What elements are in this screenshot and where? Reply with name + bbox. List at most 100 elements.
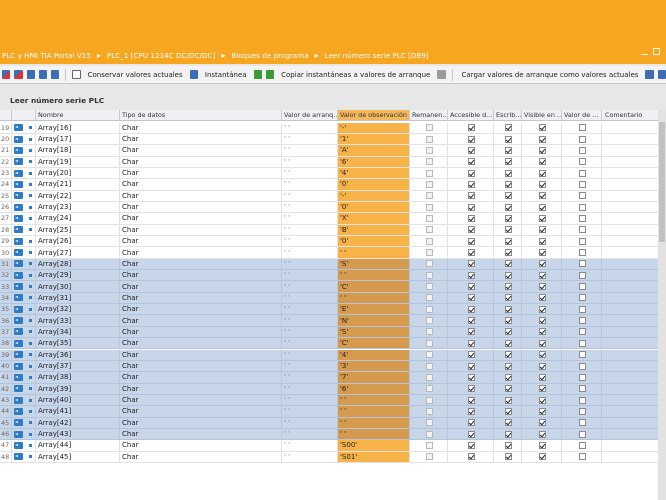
accessible-checkbox[interactable] — [468, 271, 475, 279]
element-comment[interactable] — [602, 179, 658, 189]
snapshot-button[interactable]: Instantánea — [205, 71, 247, 79]
element-start-value[interactable]: ' ' — [282, 270, 338, 281]
visible-checkbox[interactable] — [539, 169, 546, 177]
element-comment[interactable] — [602, 350, 658, 360]
element-name[interactable]: Array[44] — [36, 440, 120, 451]
setpoint-checkbox[interactable] — [579, 385, 586, 393]
writable-checkbox[interactable] — [505, 362, 512, 370]
element-name[interactable]: Array[41] — [36, 406, 120, 417]
writable-checkbox[interactable] — [505, 328, 512, 336]
element-data-type[interactable]: Char — [120, 201, 282, 213]
minimize-icon[interactable] — [641, 48, 648, 55]
retain-checkbox[interactable] — [426, 419, 433, 427]
element-start-value[interactable]: ' ' — [282, 145, 338, 156]
retain-checkbox[interactable] — [426, 362, 433, 370]
retain-checkbox[interactable] — [426, 135, 433, 143]
element-data-type[interactable]: Char — [120, 133, 282, 145]
element-data-type[interactable]: Char — [120, 394, 282, 406]
element-data-type[interactable]: Char — [120, 360, 282, 372]
accessible-checkbox[interactable] — [468, 407, 475, 415]
element-name[interactable]: Array[37] — [36, 360, 120, 372]
snapshot-icon[interactable] — [189, 70, 198, 79]
accessible-checkbox[interactable] — [468, 260, 475, 268]
breadcrumb-program-blocks[interactable]: Bloques de programa — [231, 51, 308, 60]
element-observation-value[interactable]: ' ' — [338, 428, 410, 440]
table-row[interactable]: 40 Array[37] Char ' ' '3' — [0, 360, 658, 373]
element-comment[interactable] — [602, 338, 658, 348]
table-row[interactable]: 28 Array[25] Char ' ' 'B' — [0, 224, 658, 236]
accessible-checkbox[interactable] — [468, 328, 475, 336]
accessible-checkbox[interactable] — [468, 385, 475, 393]
table-row[interactable]: 39 Array[36] Char ' ' '4' — [0, 349, 658, 361]
element-start-value[interactable]: ' ' — [282, 349, 338, 360]
element-start-value[interactable]: ' ' — [282, 428, 338, 440]
visible-checkbox[interactable] — [539, 294, 546, 302]
setpoint-checkbox[interactable] — [579, 407, 586, 415]
element-observation-value[interactable]: 'N' — [338, 315, 410, 326]
header-visible[interactable]: Visible en ... — [522, 110, 562, 121]
table-row[interactable]: 48 Array[45] Char ' ' 'S01' — [0, 451, 658, 463]
scrollbar-thumb[interactable] — [659, 122, 665, 242]
element-data-type[interactable]: Char — [120, 406, 282, 417]
accessible-checkbox[interactable] — [468, 203, 475, 211]
element-name[interactable]: Array[19] — [36, 156, 120, 167]
retain-checkbox[interactable] — [426, 203, 433, 211]
writable-checkbox[interactable] — [505, 180, 512, 188]
writable-checkbox[interactable] — [505, 124, 512, 132]
visible-checkbox[interactable] — [539, 192, 546, 200]
element-comment[interactable] — [602, 157, 658, 167]
element-data-type[interactable]: Char — [120, 383, 282, 394]
visible-checkbox[interactable] — [539, 441, 546, 449]
element-start-value[interactable]: ' ' — [282, 326, 338, 338]
table-row[interactable]: 24 Array[21] Char ' ' '0' — [0, 179, 658, 191]
element-observation-value[interactable]: '-' — [338, 122, 410, 133]
accessible-checkbox[interactable] — [468, 351, 475, 359]
retain-checkbox[interactable] — [426, 339, 433, 347]
element-name[interactable]: Array[25] — [36, 224, 120, 235]
insert-row-icon[interactable] — [2, 70, 11, 79]
element-data-type[interactable]: Char — [120, 281, 282, 292]
element-data-type[interactable]: Char — [120, 236, 282, 247]
writable-checkbox[interactable] — [505, 203, 512, 211]
visible-checkbox[interactable] — [539, 328, 546, 336]
writable-checkbox[interactable] — [505, 419, 512, 427]
element-observation-value[interactable]: '0' — [338, 236, 410, 247]
retain-checkbox[interactable] — [426, 249, 433, 257]
retain-checkbox[interactable] — [426, 158, 433, 166]
element-name[interactable]: Array[16] — [36, 122, 120, 133]
element-observation-value[interactable]: 'S' — [338, 258, 410, 270]
element-name[interactable]: Array[20] — [36, 167, 120, 179]
setpoint-checkbox[interactable] — [579, 305, 586, 313]
retain-checkbox[interactable] — [426, 373, 433, 381]
retain-checkbox[interactable] — [426, 396, 433, 404]
writable-checkbox[interactable] — [505, 237, 512, 245]
element-start-value[interactable]: ' ' — [282, 156, 338, 167]
element-data-type[interactable]: Char — [120, 315, 282, 326]
download-icon[interactable] — [645, 70, 654, 79]
visible-checkbox[interactable] — [539, 385, 546, 393]
element-data-type[interactable]: Char — [120, 292, 282, 304]
setpoint-checkbox[interactable] — [579, 169, 586, 177]
setpoint-checkbox[interactable] — [579, 453, 586, 461]
setpoint-checkbox[interactable] — [579, 373, 586, 381]
load-start-icon[interactable] — [437, 70, 446, 79]
table-row[interactable]: 27 Array[24] Char ' ' 'X' — [0, 213, 658, 225]
element-start-value[interactable]: ' ' — [282, 292, 338, 304]
setpoint-checkbox[interactable] — [579, 192, 586, 200]
element-comment[interactable] — [602, 327, 658, 337]
element-observation-value[interactable]: '6' — [338, 156, 410, 167]
setpoint-checkbox[interactable] — [579, 260, 586, 268]
breadcrumb-block[interactable]: Leer número serie PLC [DB9] — [325, 51, 429, 60]
header-writable[interactable]: Escrib... — [494, 110, 522, 121]
writable-checkbox[interactable] — [505, 192, 512, 200]
retain-checkbox[interactable] — [426, 328, 433, 336]
element-comment[interactable] — [602, 202, 658, 212]
table-row[interactable]: 29 Array[26] Char ' ' '0' — [0, 236, 658, 248]
element-observation-value[interactable]: ' ' — [338, 417, 410, 428]
writable-checkbox[interactable] — [505, 169, 512, 177]
accessible-checkbox[interactable] — [468, 419, 475, 427]
element-start-value[interactable]: ' ' — [282, 360, 338, 372]
visible-checkbox[interactable] — [539, 249, 546, 257]
element-comment[interactable] — [602, 225, 658, 235]
table-row[interactable]: 23 Array[20] Char ' ' '4' — [0, 167, 658, 180]
